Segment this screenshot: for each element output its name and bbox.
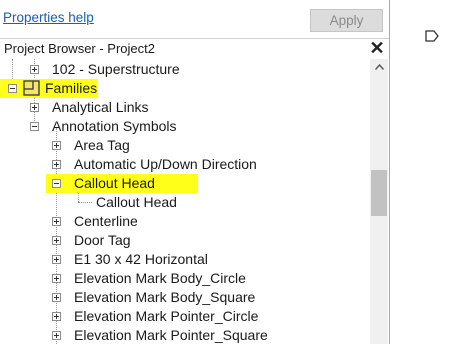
tree-item-label: Automatic Up/Down Direction <box>74 156 257 172</box>
apply-button[interactable]: Apply <box>310 9 383 32</box>
tree-item-label: Annotation Symbols <box>52 118 177 134</box>
tree-item-label: Callout Head <box>96 194 177 210</box>
project-browser-title: Project Browser - Project2 <box>4 41 155 56</box>
tree-item-label: Elevation Mark Body_Circle <box>74 270 246 286</box>
tree-item-label: Elevation Mark Pointer_Square <box>74 327 268 343</box>
tree-row[interactable]: Callout Head <box>0 174 368 193</box>
tag-outline-icon[interactable] <box>425 30 439 42</box>
tree-item-label: Centerline <box>74 213 138 229</box>
tree-item-label: Door Tag <box>74 232 131 248</box>
tree-row[interactable]: Area Tag <box>0 136 368 155</box>
expand-icon[interactable] <box>52 217 61 226</box>
families-folder-icon <box>23 80 40 96</box>
properties-footer: Properties help Apply <box>0 0 389 38</box>
collapse-icon[interactable] <box>8 84 17 93</box>
expand-icon[interactable] <box>52 236 61 245</box>
collapse-icon[interactable] <box>30 122 39 131</box>
properties-help-link[interactable]: Properties help <box>3 10 94 25</box>
expand-icon[interactable] <box>52 141 61 150</box>
tree-item-label: E1 30 x 42 Horizontal <box>74 251 208 267</box>
tree-item-label: Families <box>45 80 98 96</box>
tree-row[interactable]: Annotation Symbols <box>0 117 368 136</box>
expand-icon[interactable] <box>52 312 61 321</box>
tree-item-label: Analytical Links <box>52 99 149 115</box>
tree-row[interactable]: Callout Head <box>0 193 368 212</box>
tree-row[interactable]: Door Tag <box>0 231 368 250</box>
expand-icon[interactable] <box>52 293 61 302</box>
expand-icon[interactable] <box>30 65 39 74</box>
tree-item-label: Elevation Mark Body_Square <box>74 289 256 305</box>
close-icon[interactable]: ✕ <box>368 38 386 58</box>
tree-row[interactable]: Elevation Mark Body_Square <box>0 288 368 307</box>
expand-icon[interactable] <box>30 103 39 112</box>
panel-divider <box>389 0 390 344</box>
expand-icon[interactable] <box>52 160 61 169</box>
expand-icon[interactable] <box>52 255 61 264</box>
tree-item-label: Elevation Mark Pointer_Circle <box>74 308 259 324</box>
tree-row[interactable]: Elevation Mark Pointer_Circle <box>0 307 368 326</box>
project-browser-tree: 102 - Superstructure Families Analytical… <box>0 59 368 344</box>
tree-row[interactable]: Analytical Links <box>0 98 368 117</box>
expand-icon[interactable] <box>52 274 61 283</box>
tree-item-label: Area Tag <box>74 137 130 153</box>
tree-item-label: 102 - Superstructure <box>52 61 180 77</box>
scrollbar-thumb[interactable] <box>371 170 387 216</box>
tree-row[interactable]: 102 - Superstructure <box>0 60 368 79</box>
tree-item-label: Callout Head <box>74 175 155 191</box>
tree-scrollbar[interactable] <box>370 59 388 344</box>
properties-and-browser-panel: Properties help Apply Project Browser - … <box>0 0 390 344</box>
expand-icon[interactable] <box>52 331 61 340</box>
tree-row[interactable]: Automatic Up/Down Direction <box>0 155 368 174</box>
tree-row[interactable]: Families <box>0 79 368 98</box>
collapse-icon[interactable] <box>52 179 61 188</box>
tree-row[interactable]: Centerline <box>0 212 368 231</box>
chevron-up-icon[interactable] <box>370 59 388 75</box>
tree-row[interactable]: Elevation Mark Pointer_Square <box>0 326 368 344</box>
project-browser-header: Project Browser - Project2 ✕ <box>0 38 389 59</box>
tree-row[interactable]: Elevation Mark Body_Circle <box>0 269 368 288</box>
tree-row[interactable]: E1 30 x 42 Horizontal <box>0 250 368 269</box>
